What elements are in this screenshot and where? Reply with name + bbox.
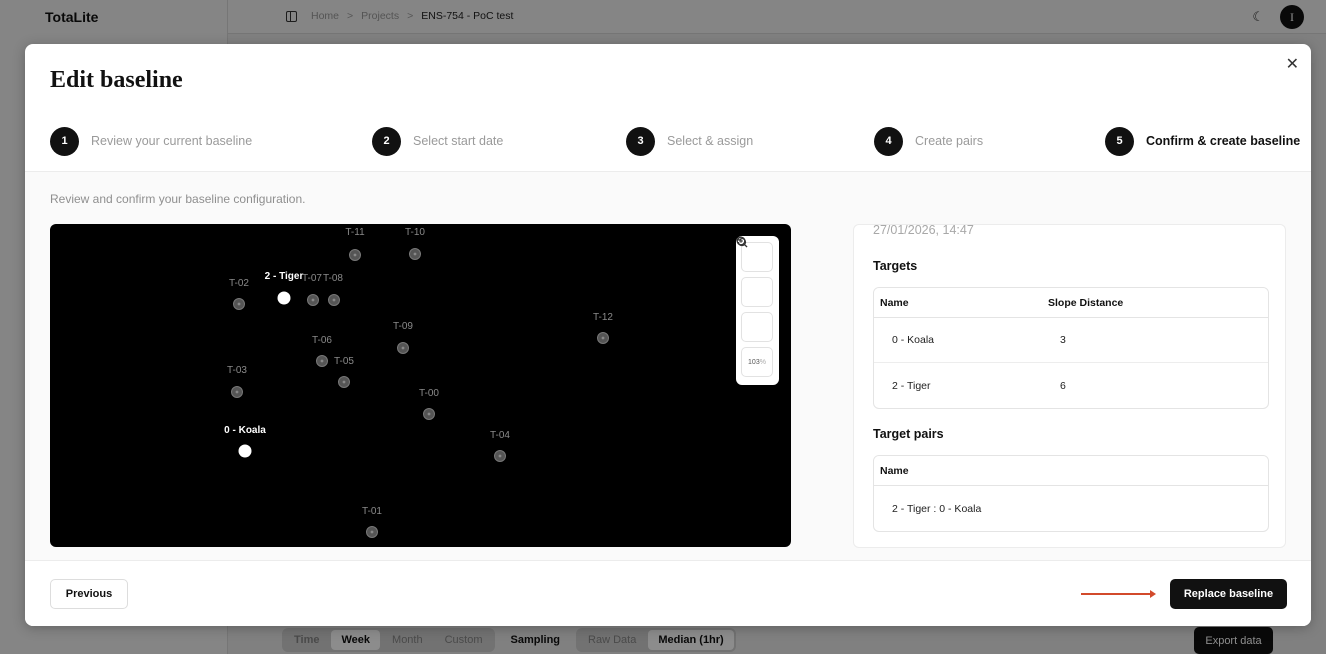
table-row: 2 - Tiger : 0 - Koala bbox=[874, 486, 1268, 531]
column-slope-distance: Slope Distance bbox=[1048, 296, 1124, 309]
map-point-label: T-06 bbox=[312, 335, 332, 346]
zoom-controls: 103% bbox=[736, 236, 779, 385]
step-1: 1 Review your current baseline bbox=[50, 126, 253, 156]
map-point-label: T-05 bbox=[334, 356, 354, 367]
step-number: 4 bbox=[874, 126, 903, 156]
stepper: 1 Review your current baseline 2 Select … bbox=[50, 126, 1300, 156]
map-point-center bbox=[235, 390, 239, 394]
targets-table: Name Slope Distance 0 - Koala 3 2 - Tige… bbox=[873, 287, 1269, 409]
map-point-center bbox=[332, 298, 336, 302]
map-point-0-koala[interactable] bbox=[238, 444, 252, 458]
step-label: Create pairs bbox=[915, 134, 984, 148]
zoom-unit: % bbox=[759, 358, 766, 366]
map-point-label: T-04 bbox=[490, 430, 510, 441]
map-point-2-tiger[interactable] bbox=[277, 291, 291, 305]
map-point-center bbox=[498, 454, 502, 458]
target-name: 2 - Tiger bbox=[892, 379, 931, 392]
column-name: Name bbox=[880, 296, 909, 309]
map-point-label: T-02 bbox=[229, 278, 249, 289]
step-label: Select start date bbox=[413, 134, 504, 148]
step-number: 2 bbox=[372, 126, 401, 156]
step-2: 2 Select start date bbox=[372, 126, 504, 156]
map-point-label: 2 - Tiger bbox=[265, 271, 304, 282]
zoom-value: 103 bbox=[748, 358, 760, 366]
map-point-center bbox=[320, 359, 324, 363]
step-label: Confirm & create baseline bbox=[1146, 134, 1301, 148]
target-slope: 6 bbox=[1060, 379, 1066, 392]
map-point-center bbox=[353, 253, 357, 257]
target-map[interactable]: T-11 T-10 T-02 2 - Tiger T-07 T-08 T-09 T-12 T-0… bbox=[50, 224, 791, 547]
table-header: Name bbox=[874, 456, 1268, 486]
arrow-head bbox=[1150, 590, 1156, 598]
map-point-label: T-07 bbox=[302, 273, 322, 284]
map-point-label: 0 - Koala bbox=[224, 425, 266, 436]
table-header: Name Slope Distance bbox=[874, 288, 1268, 318]
modal-body: Review and confirm your baseline configu… bbox=[25, 172, 1311, 560]
step-3: 3 Select & assign bbox=[626, 126, 754, 156]
map-point-center bbox=[401, 346, 405, 350]
table-row: 2 - Tiger 6 bbox=[874, 363, 1268, 408]
edit-baseline-modal: ✕ Edit baseline 1 Review your current ba… bbox=[25, 44, 1311, 626]
map-point-center bbox=[427, 412, 431, 416]
reset-view-button[interactable] bbox=[737, 237, 773, 342]
map-point-label: T-11 bbox=[345, 227, 365, 238]
close-icon[interactable]: ✕ bbox=[1286, 54, 1299, 74]
target-map-canvas[interactable]: T-11 T-10 T-02 2 - TigerT-07 T-08 T-09 T-12 T-0… bbox=[50, 224, 791, 547]
map-point-label: T-00 bbox=[419, 388, 439, 399]
map-point-center bbox=[311, 298, 315, 302]
target-name: 0 - Koala bbox=[892, 334, 935, 346]
arrow-shaft bbox=[1081, 593, 1151, 595]
map-point-center bbox=[237, 302, 241, 306]
target-pairs-title: Target pairs bbox=[873, 427, 944, 441]
map-point-center bbox=[601, 336, 605, 340]
reset-icon bbox=[737, 237, 747, 247]
step-label: Review your current baseline bbox=[91, 134, 253, 148]
instruction-text: Review and confirm your baseline configu… bbox=[50, 192, 306, 206]
step-label: Select & assign bbox=[667, 134, 754, 148]
map-point-label: T-12 bbox=[593, 312, 613, 323]
map-point-label: T-03 bbox=[227, 365, 247, 376]
map-point-label: T-01 bbox=[362, 506, 382, 517]
map-point-center bbox=[370, 530, 374, 534]
target-pairs-table: Name 2 - Tiger : 0 - Koala bbox=[873, 455, 1269, 532]
baseline-timestamp: 27/01/2026, 14:47 bbox=[873, 224, 974, 237]
arrow-icon bbox=[1081, 590, 1156, 598]
step-4: 4 Create pairs bbox=[874, 126, 984, 156]
map-point-label: T-09 bbox=[393, 321, 413, 332]
step-number: 5 bbox=[1105, 126, 1134, 156]
table-row: 0 - Koala 3 bbox=[874, 318, 1268, 363]
replace-baseline-button[interactable]: Replace baseline bbox=[1170, 579, 1287, 609]
column-name: Name bbox=[880, 464, 909, 477]
target-slope: 3 bbox=[1060, 334, 1066, 346]
zoom-level: 103% bbox=[741, 347, 773, 377]
step-number: 1 bbox=[50, 126, 79, 156]
modal-title: Edit baseline bbox=[50, 67, 183, 93]
map-point-label: T-10 bbox=[405, 227, 425, 238]
pair-name: 2 - Tiger : 0 - Koala bbox=[892, 502, 982, 515]
targets-title: Targets bbox=[873, 259, 918, 273]
map-point-center bbox=[342, 380, 346, 384]
summary-panel: 27/01/2026, 14:47 Targets Name Slope Dis… bbox=[853, 224, 1286, 548]
map-point-label: T-08 bbox=[323, 273, 343, 284]
previous-button[interactable]: Previous bbox=[50, 579, 128, 609]
map-point-center bbox=[413, 252, 417, 256]
step-number: 3 bbox=[626, 126, 655, 156]
zoom-out-button[interactable] bbox=[736, 236, 773, 307]
step-5: 5 Confirm & create baseline bbox=[1105, 126, 1301, 156]
modal-footer: Previous Replace baseline bbox=[25, 560, 1311, 626]
